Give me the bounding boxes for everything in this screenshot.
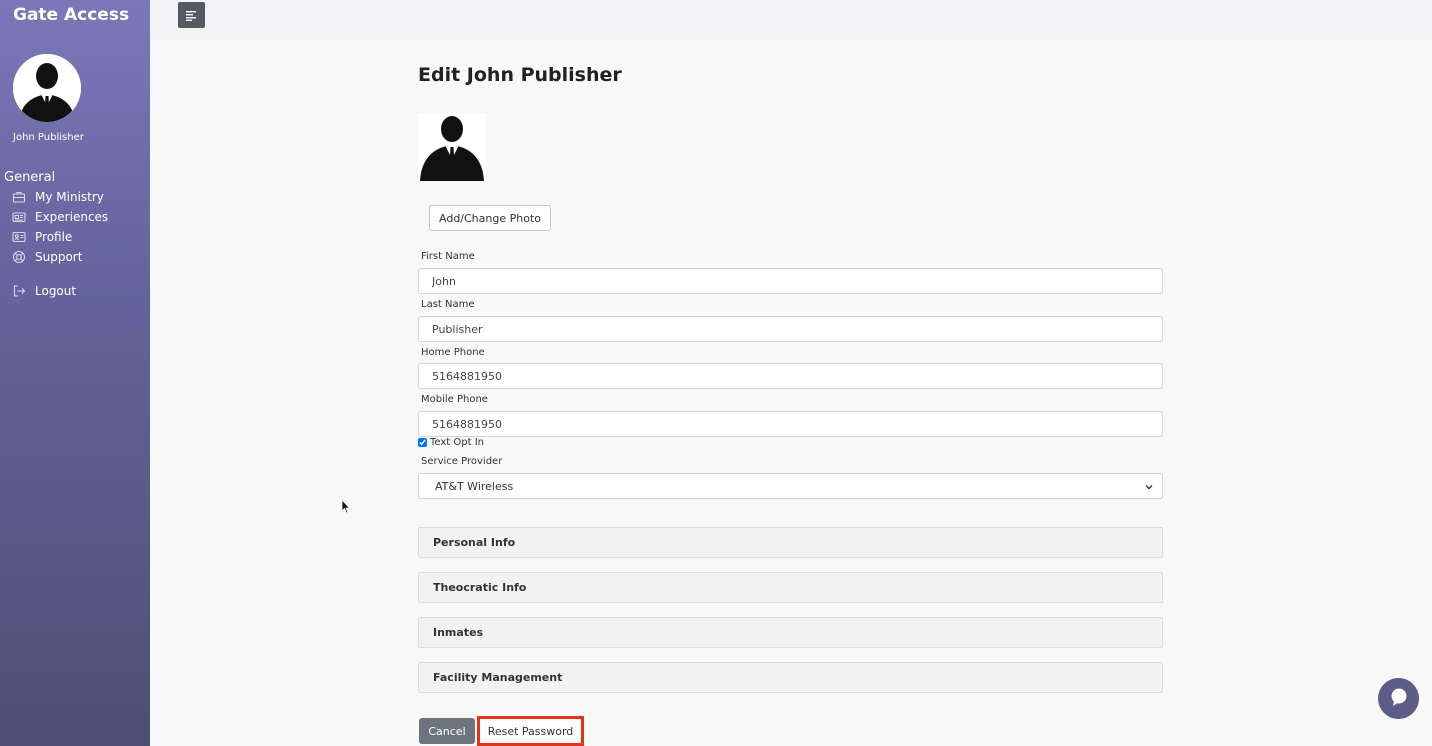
sidebar-item-label: Logout: [35, 284, 77, 298]
sidebar-item-label: Experiences: [35, 210, 109, 224]
service-provider-label: Service Provider: [421, 456, 503, 467]
app-title: Gate Access: [13, 5, 130, 25]
chat-bubble-icon: [1389, 687, 1409, 711]
reset-password-button[interactable]: Reset Password: [477, 716, 584, 746]
add-change-photo-button[interactable]: Add/Change Photo: [429, 205, 551, 231]
sidebar-user-name: John Publisher: [13, 132, 84, 143]
mobile-phone-field[interactable]: [418, 411, 1163, 437]
page-title: Edit John Publisher: [418, 64, 622, 86]
life-ring-icon: [12, 250, 26, 264]
first-name-label: First Name: [421, 251, 475, 262]
sidebar-item-profile[interactable]: Profile: [12, 230, 72, 244]
id-card-icon: [12, 230, 26, 244]
last-name-label: Last Name: [421, 299, 475, 310]
text-opt-in-checkbox[interactable]: [418, 438, 427, 447]
first-name-field[interactable]: [418, 268, 1163, 294]
avatar[interactable]: [13, 54, 81, 122]
profile-photo: [418, 113, 486, 181]
home-phone-label: Home Phone: [421, 347, 485, 358]
newspaper-icon: [12, 210, 26, 224]
sidebar-item-my-ministry[interactable]: My Ministry: [12, 190, 104, 204]
briefcase-icon: [12, 190, 26, 204]
text-opt-in-label: Text Opt In: [430, 437, 485, 448]
sidebar-item-label: Profile: [35, 230, 73, 244]
sign-out-icon: [12, 284, 26, 298]
sidebar-item-support[interactable]: Support: [12, 250, 82, 264]
sidebar-toggle-button[interactable]: [178, 2, 205, 28]
last-name-field[interactable]: [418, 316, 1163, 342]
panel-theocratic-info[interactable]: Theocratic Info: [418, 572, 1163, 603]
service-provider-select[interactable]: AT&T Wireless: [418, 473, 1163, 499]
home-phone-field[interactable]: [418, 363, 1163, 389]
top-bar: [150, 0, 1432, 40]
mobile-phone-label: Mobile Phone: [421, 394, 488, 405]
chat-widget-button[interactable]: [1378, 678, 1419, 719]
service-provider-value: AT&T Wireless: [435, 479, 514, 493]
text-opt-in-row: Text Opt In: [418, 437, 484, 448]
mouse-pointer-icon: [341, 498, 351, 515]
sidebar-item-experiences[interactable]: Experiences: [12, 210, 108, 224]
panel-facility-management[interactable]: Facility Management: [418, 662, 1163, 693]
menu-icon: [185, 6, 198, 25]
cancel-button[interactable]: Cancel: [419, 718, 475, 744]
sidebar-item-label: My Ministry: [35, 190, 104, 204]
panel-personal-info[interactable]: Personal Info: [418, 527, 1163, 558]
sidebar: Gate Access John Publisher General My Mi…: [0, 0, 150, 746]
panel-inmates[interactable]: Inmates: [418, 617, 1163, 648]
chevron-down-icon: [1144, 482, 1154, 492]
sidebar-item-logout[interactable]: Logout: [12, 284, 76, 298]
sidebar-section-general: General: [4, 170, 56, 185]
sidebar-item-label: Support: [35, 250, 83, 264]
